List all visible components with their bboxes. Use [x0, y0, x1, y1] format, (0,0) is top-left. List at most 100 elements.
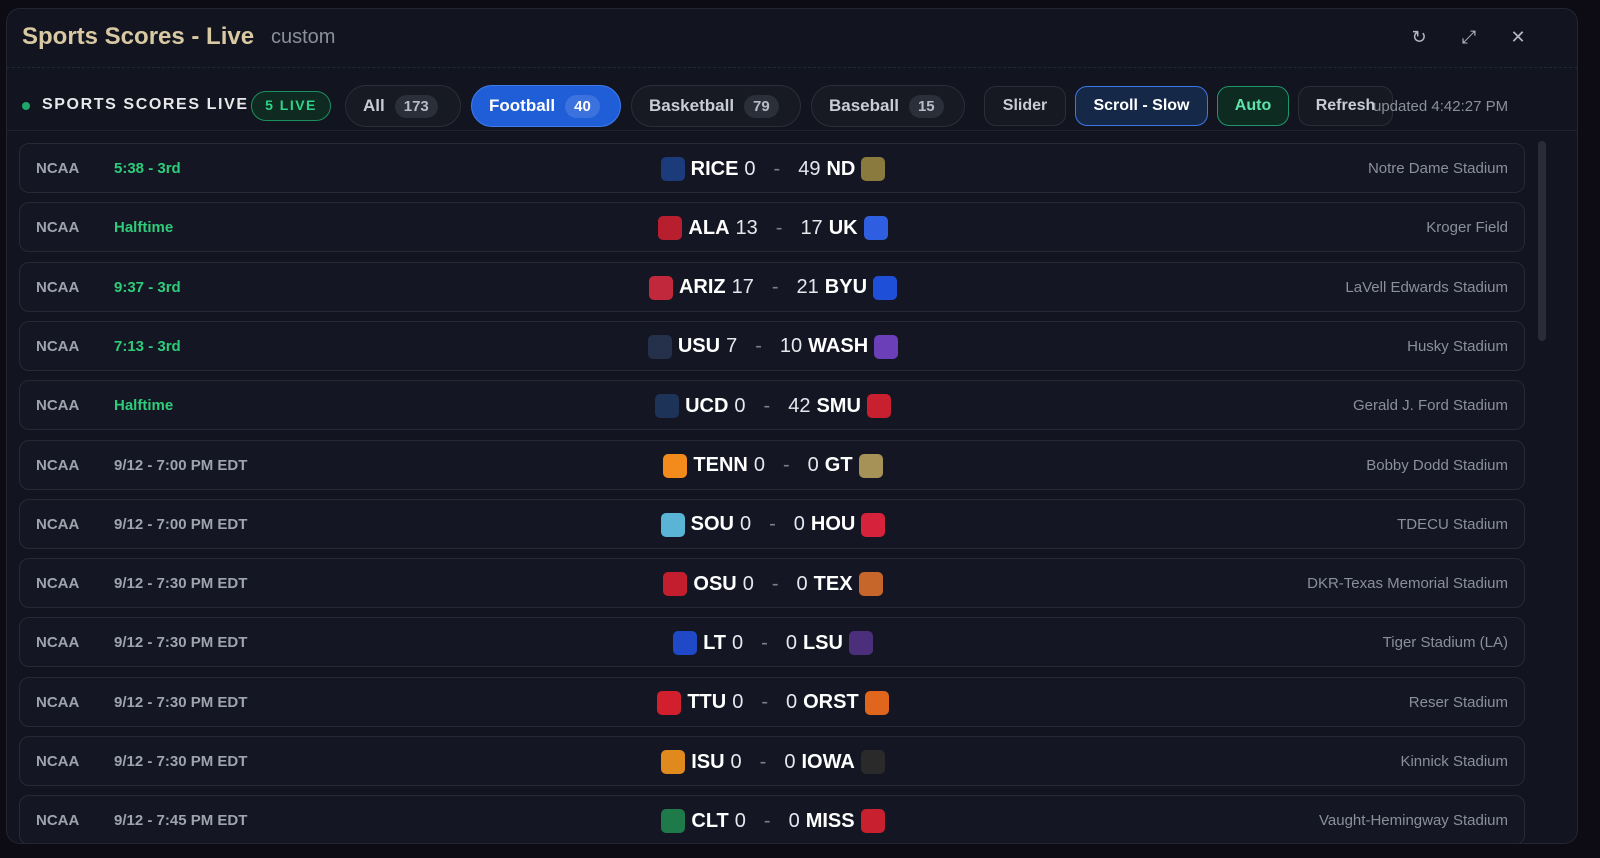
slider-button[interactable]: Slider: [984, 86, 1066, 126]
matchup: SOU 0-0 HOU: [20, 512, 1525, 538]
game-row[interactable]: NCAA 9/12 - 7:30 PM EDT ISU 0-0 IOWA Kinnick …: [19, 736, 1525, 786]
matchup: RICE 0-49 ND: [20, 156, 1525, 182]
game-row[interactable]: NCAA 9/12 - 7:45 PM EDT CLT 0-0 MISS Vaught-H…: [19, 795, 1525, 843]
venue: Reser Stadium: [1408, 693, 1508, 711]
home-team: SMU: [816, 394, 861, 417]
away-team-logo-icon: [661, 750, 686, 774]
home-score: 0: [784, 750, 796, 773]
away-team: RICE: [690, 157, 739, 180]
window-title: Sports Scores - Live: [22, 23, 255, 50]
home-team-logo-icon: [861, 512, 886, 537]
venue: Kroger Field: [1426, 219, 1508, 237]
close-icon[interactable]: ✕: [1506, 25, 1530, 49]
title-bar: Sports Scores - Live custom ↻ ⤢ ✕: [7, 9, 1577, 65]
filter-football[interactable]: Football 40: [471, 85, 621, 127]
home-team-logo-icon: [873, 275, 898, 300]
score-separator: -: [783, 454, 790, 476]
filter-label: Basketball: [649, 96, 735, 115]
away-team: ISU: [691, 750, 725, 773]
score-separator: -: [771, 572, 779, 595]
home-team: UK: [828, 216, 858, 239]
away-score: 0: [734, 809, 746, 832]
game-row[interactable]: NCAA 9/12 - 7:30 PM EDT LT 0-0 LSU Tiger Stad…: [19, 617, 1525, 668]
game-list[interactable]: NCAA 5:38 - 3rd RICE 0-49 ND Notre Dame Stadi…: [19, 143, 1525, 843]
filter-count: 15: [908, 94, 944, 118]
away-team-logo-icon: [660, 512, 685, 537]
home-score: 10: [779, 335, 803, 358]
matchup: ARIZ 17-21 BYU: [20, 275, 1525, 301]
auto-button[interactable]: Auto: [1217, 86, 1289, 126]
home-score: 0: [796, 572, 808, 595]
game-row[interactable]: NCAA 9/12 - 7:30 PM EDT OSU 0-0 TEX DKR-Texas…: [19, 558, 1525, 609]
home-team-logo-icon: [861, 157, 886, 181]
home-score: 42: [788, 394, 811, 417]
away-score: 7: [726, 335, 738, 358]
scroll-speed-button[interactable]: Scroll - Slow: [1075, 86, 1208, 126]
filter-baseball[interactable]: Baseball 15: [811, 85, 965, 127]
minimize-icon[interactable]: ⤢: [1457, 25, 1481, 49]
home-score: 0: [785, 631, 797, 654]
game-row[interactable]: NCAA 9/12 - 7:00 PM EDT TENN 0-0 GT Bobby Dod…: [19, 439, 1525, 490]
scrollbar[interactable]: [1538, 141, 1546, 341]
away-team: TTU: [687, 691, 727, 714]
matchup: CLT 0-0 MISS: [20, 808, 1525, 834]
score-separator: -: [763, 809, 771, 832]
toolbar: SPORTS SCORES LIVE 5 LIVE All 173 Footba…: [7, 67, 1577, 131]
venue: Kinnick Stadium: [1400, 753, 1508, 770]
away-score: 0: [730, 750, 742, 773]
game-row[interactable]: NCAA 7:13 - 3rd USU 7-10 WASH Husky Stadium: [19, 320, 1525, 371]
game-row[interactable]: NCAA 5:38 - 3rd RICE 0-49 ND Notre Dame Stadi…: [19, 143, 1525, 193]
home-team-logo-icon: [860, 750, 885, 774]
home-team: LSU: [802, 631, 843, 654]
away-score: 0: [753, 454, 765, 476]
home-score: 0: [788, 809, 800, 832]
matchup: ISU 0-0 IOWA: [20, 749, 1525, 775]
game-row[interactable]: NCAA Halftime UCD 0-42 SMU Gerald J. Ford Sta…: [19, 380, 1525, 431]
filter-count: 173: [394, 94, 438, 118]
refresh-icon[interactable]: ↻: [1407, 25, 1431, 49]
score-separator: -: [775, 216, 783, 239]
score-separator: -: [773, 157, 781, 180]
matchup: ALA 13-17 UK: [20, 215, 1525, 241]
away-score: 0: [744, 157, 756, 180]
home-team-logo-icon: [858, 572, 883, 597]
home-team-logo-icon: [863, 216, 888, 241]
away-team-logo-icon: [663, 572, 688, 597]
filter-label: Football: [489, 96, 556, 115]
away-team-logo-icon: [655, 394, 680, 419]
game-row[interactable]: NCAA 9/12 - 7:30 PM EDT TTU 0-0 ORST Reser St…: [19, 676, 1525, 727]
home-team: ND: [826, 157, 856, 180]
score-separator: -: [763, 394, 771, 417]
filter-all[interactable]: All 173: [345, 85, 461, 127]
game-row[interactable]: NCAA 9:37 - 3rd ARIZ 17-21 BYU LaVell Edwards…: [19, 261, 1525, 312]
home-team: TEX: [813, 572, 853, 595]
away-team: UCD: [685, 394, 729, 417]
venue: Husky Stadium: [1407, 337, 1508, 355]
away-team-logo-icon: [648, 275, 673, 300]
venue: Bobby Dodd Stadium: [1366, 456, 1508, 474]
home-team: BYU: [824, 276, 868, 299]
filter-label: All: [363, 96, 385, 115]
matchup: USU 7-10 WASH: [20, 334, 1525, 360]
home-team: GT: [824, 454, 853, 476]
sports-scores-window: Sports Scores - Live custom ↻ ⤢ ✕ SPORTS…: [6, 8, 1578, 844]
home-score: 0: [786, 691, 798, 714]
game-row[interactable]: NCAA Halftime ALA 13-17 UK Kroger Field: [19, 202, 1525, 253]
matchup: TTU 0-0 ORST: [20, 690, 1525, 716]
away-score: 13: [735, 216, 758, 239]
last-updated: updated 4:42:27 PM: [1373, 98, 1509, 115]
filter-count: 79: [744, 94, 779, 118]
away-team-logo-icon: [647, 334, 672, 359]
away-score: 0: [732, 631, 744, 654]
game-row[interactable]: NCAA 9/12 - 7:00 PM EDT SOU 0-0 HOU TDECU Sta…: [19, 498, 1525, 549]
away-team: LT: [703, 631, 727, 654]
home-score: 0: [793, 513, 805, 536]
venue: LaVell Edwards Stadium: [1345, 278, 1508, 296]
filter-basketball[interactable]: Basketball 79: [631, 85, 801, 127]
score-separator: -: [755, 335, 762, 358]
score-separator: -: [759, 750, 767, 773]
away-team: OSU: [693, 572, 737, 595]
away-team-logo-icon: [661, 809, 686, 834]
score-separator: -: [769, 513, 776, 536]
matchup: LT 0-0 LSU: [20, 630, 1525, 656]
